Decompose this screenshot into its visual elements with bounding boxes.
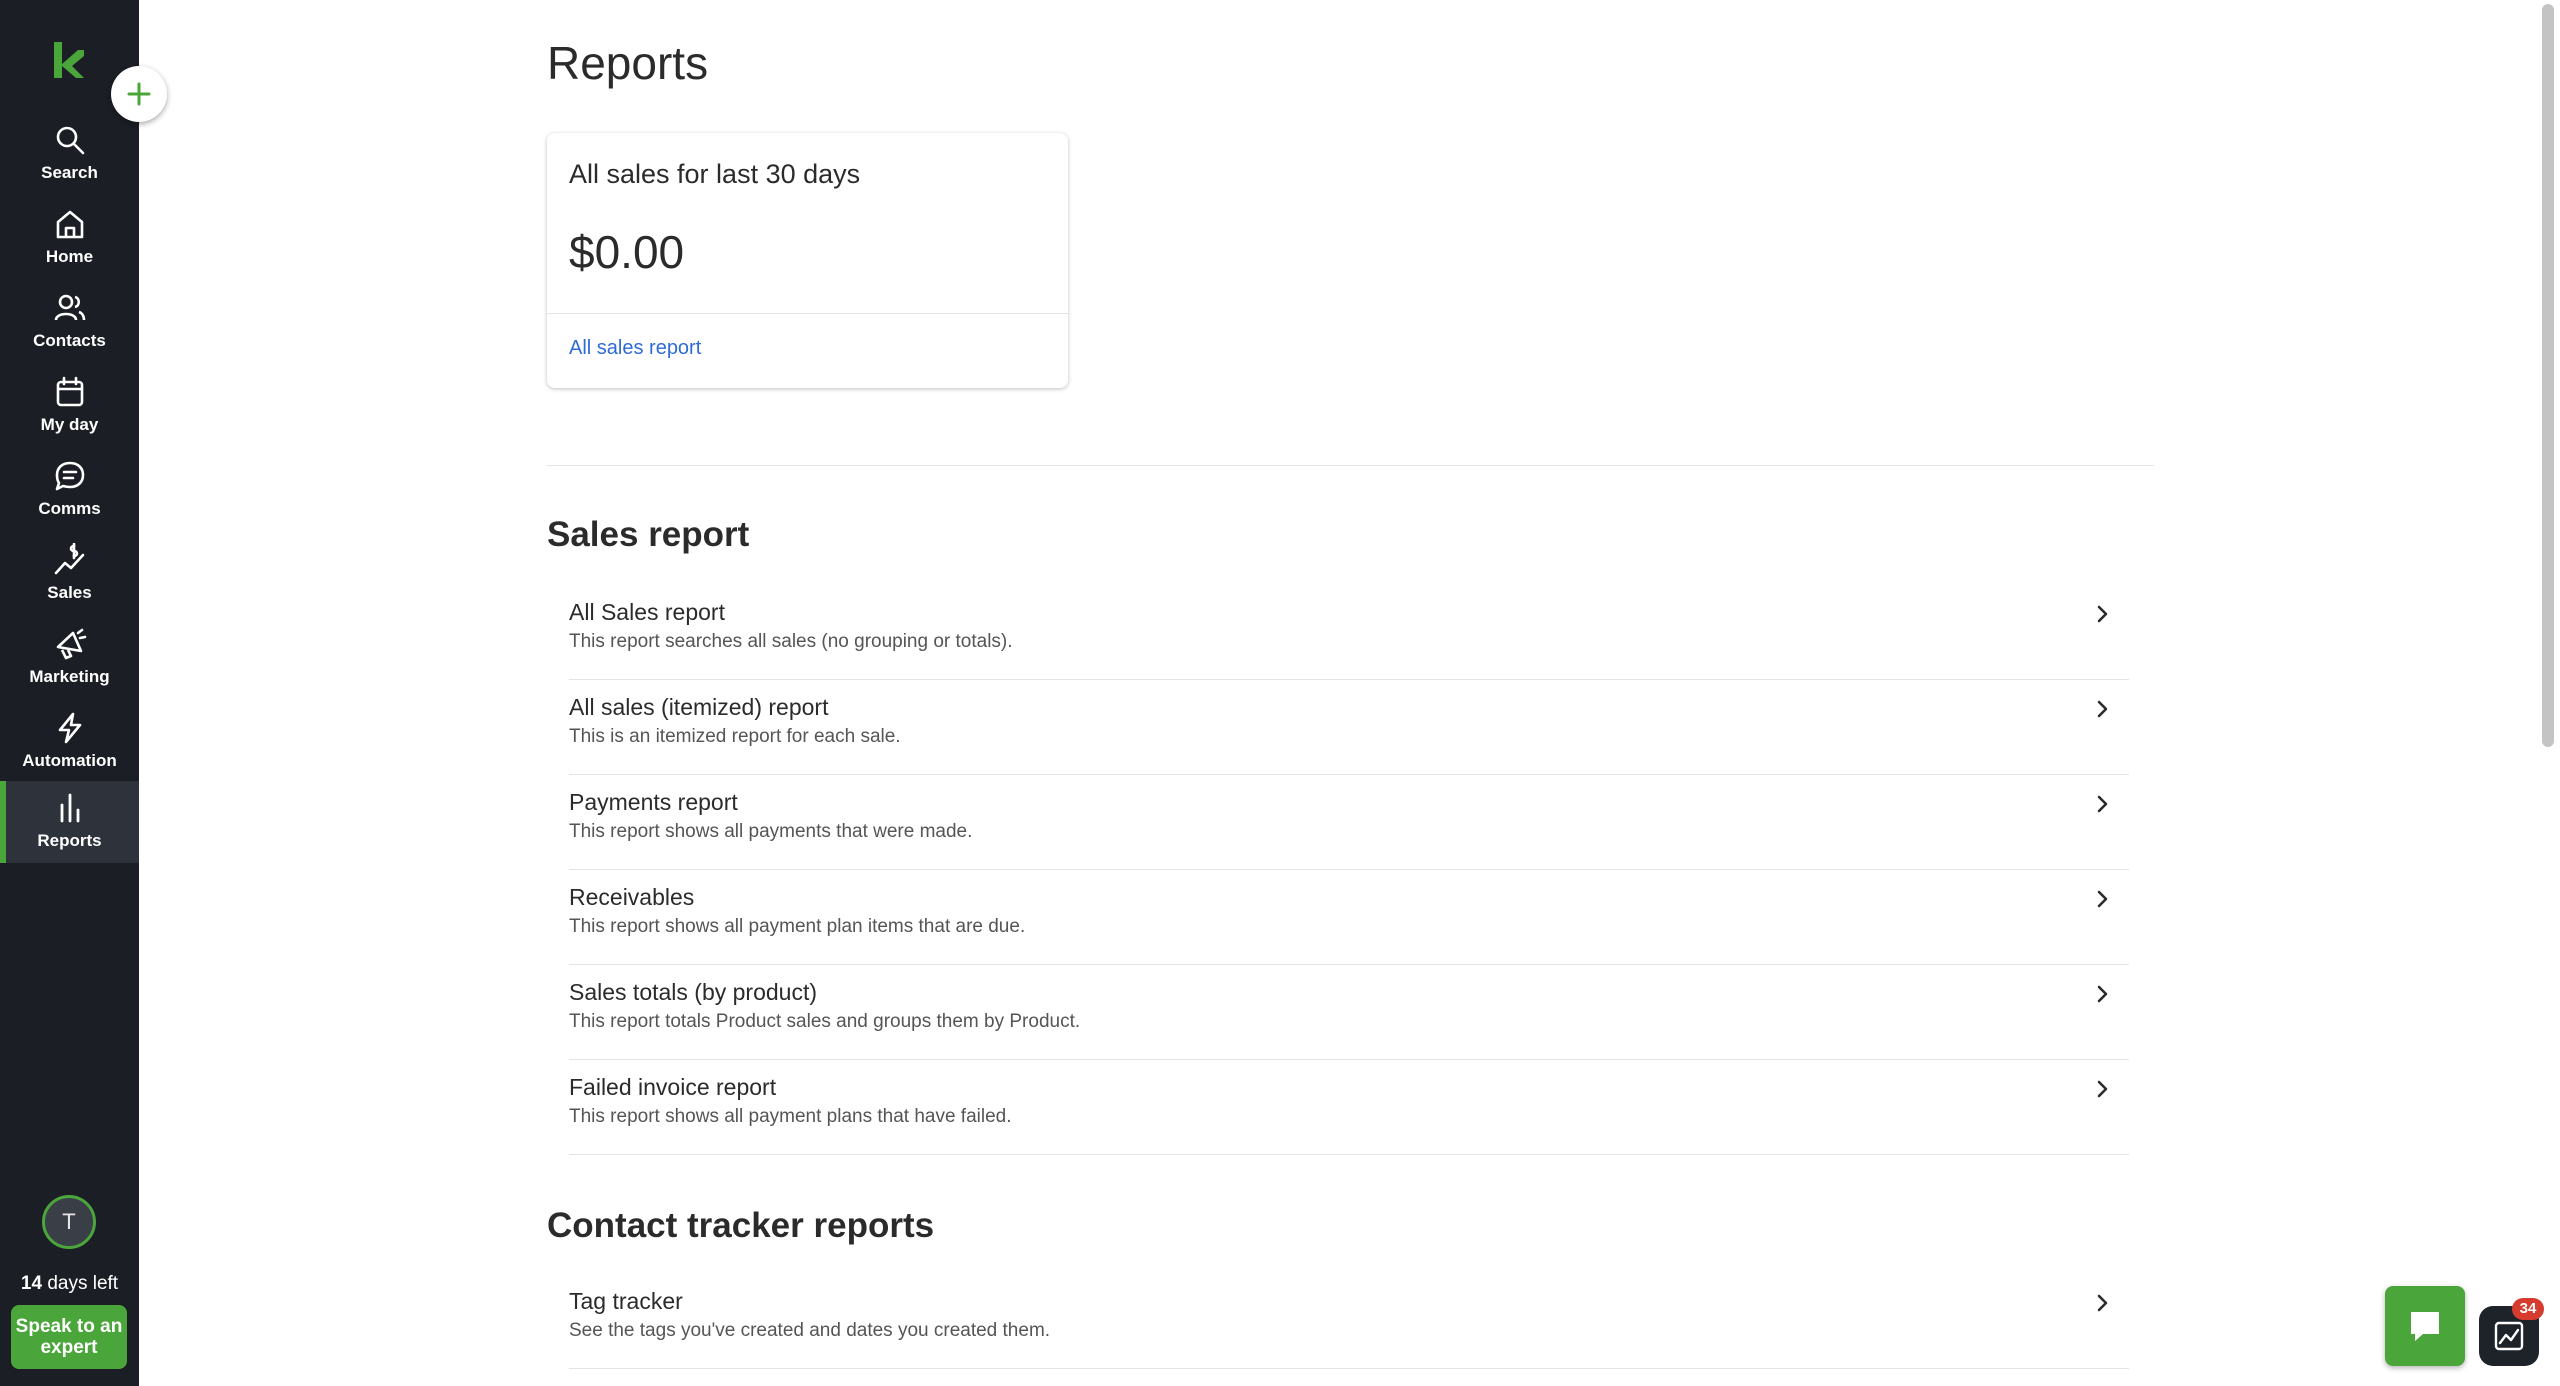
chat-bubble-icon	[55, 461, 84, 491]
report-description: This report totals Product sales and gro…	[569, 1011, 1081, 1032]
sidebar-item-label: Home	[45, 247, 94, 266]
sidebar-item-home[interactable]: Home	[0, 197, 139, 279]
chevron-right-icon	[2097, 605, 2108, 623]
report-name: Sales totals (by product)	[569, 979, 818, 1005]
report-row-tag-tracker[interactable]: Tag tracker See the tags you've created …	[569, 1274, 2129, 1369]
report-chart-icon	[2494, 1321, 2524, 1351]
sidebar-item-label: Sales	[47, 583, 92, 602]
report-name: All sales (itemized) report	[569, 694, 829, 720]
sidebar-item-search[interactable]: Search	[0, 113, 139, 195]
sidebar-item-label: Marketing	[29, 667, 110, 686]
report-row-payments[interactable]: Payments report This report shows all pa…	[569, 775, 2129, 870]
speak-to-expert-button[interactable]: Speak to an expert	[11, 1305, 127, 1369]
chevron-right-icon	[2097, 795, 2108, 813]
calendar-icon	[56, 376, 83, 407]
notification-count-badge: 34	[2512, 1298, 2544, 1320]
trial-days-count: 14	[20, 1273, 43, 1294]
report-row-sales-totals-by-product[interactable]: Sales totals (by product) This report to…	[569, 965, 2129, 1060]
sidebar-item-label: Automation	[22, 751, 117, 770]
report-row-receivables[interactable]: Receivables This report shows all paymen…	[569, 870, 2129, 965]
home-icon	[56, 210, 83, 239]
page-title: Reports	[547, 37, 709, 89]
report-description: This is an itemized report for each sale…	[569, 726, 901, 747]
scrollbar[interactable]	[2536, 0, 2560, 1386]
sidebar-item-contacts[interactable]: Contacts	[0, 281, 139, 363]
report-description: This report shows all payment plans that…	[569, 1106, 1012, 1127]
report-name: Receivables	[569, 884, 695, 910]
chat-support-button[interactable]	[2385, 1286, 2465, 1366]
sidebar-item-label: Comms	[38, 499, 101, 518]
report-description: This report shows all payments that were…	[569, 821, 973, 842]
card-divider	[547, 313, 1068, 314]
chevron-right-icon	[2097, 890, 2108, 908]
report-row-all-sales[interactable]: All Sales report This report searches al…	[569, 585, 2129, 680]
bar-chart-icon	[60, 793, 79, 823]
report-name: All Sales report	[569, 599, 725, 625]
megaphone-icon	[56, 628, 86, 660]
trial-days-suffix: days left	[42, 1273, 119, 1294]
add-new-button[interactable]	[111, 66, 167, 122]
report-name: Failed invoice report	[569, 1074, 777, 1100]
sidebar: Search Home Contacts My day Comms Sales …	[0, 0, 167, 1386]
lightning-icon	[58, 712, 81, 744]
scrollbar-thumb[interactable]	[2542, 4, 2554, 747]
sidebar-item-my-day[interactable]: My day	[0, 365, 139, 447]
sidebar-item-label: Reports	[37, 831, 102, 850]
report-name: Tag tracker	[569, 1288, 683, 1314]
chevron-right-icon	[2097, 1294, 2108, 1312]
chevron-right-icon	[2097, 985, 2108, 1003]
report-description: See the tags you've created and dates yo…	[569, 1320, 1051, 1341]
summary-card-amount: $0.00	[569, 226, 685, 278]
sidebar-item-automation[interactable]: Automation	[0, 701, 139, 783]
sidebar-item-comms[interactable]: Comms	[0, 449, 139, 531]
section-title-sales: Sales report	[547, 515, 750, 554]
sales-icon	[54, 543, 84, 575]
summary-card-title: All sales for last 30 days	[569, 159, 861, 189]
keap-logo[interactable]	[50, 38, 88, 84]
report-description: This report searches all sales (no group…	[569, 631, 1013, 652]
sidebar-item-label: Search	[41, 163, 98, 182]
report-name: Payments report	[569, 789, 738, 815]
chevron-right-icon	[2097, 1080, 2108, 1098]
contacts-icon	[54, 294, 85, 321]
chevron-right-icon	[2097, 700, 2108, 718]
report-row-failed-invoice[interactable]: Failed invoice report This report shows …	[569, 1060, 2129, 1155]
sidebar-item-marketing[interactable]: Marketing	[0, 617, 139, 699]
plus-icon	[127, 82, 151, 106]
trial-days-left: 14 days left	[0, 1273, 139, 1295]
all-sales-report-link[interactable]: All sales report	[569, 337, 701, 360]
sidebar-item-reports[interactable]: Reports	[0, 781, 139, 863]
avatar[interactable]: T	[42, 1195, 96, 1249]
section-divider	[547, 465, 2154, 466]
sidebar-item-label: My day	[40, 415, 99, 434]
report-row-all-sales-itemized[interactable]: All sales (itemized) report This is an i…	[569, 680, 2129, 775]
sidebar-item-sales[interactable]: Sales	[0, 533, 139, 615]
search-icon	[56, 126, 84, 155]
chat-icon	[2411, 1312, 2439, 1341]
sidebar-item-label: Contacts	[33, 331, 106, 350]
report-description: This report shows all payment plan items…	[569, 916, 1026, 937]
section-title-contact-tracker: Contact tracker reports	[547, 1206, 935, 1245]
